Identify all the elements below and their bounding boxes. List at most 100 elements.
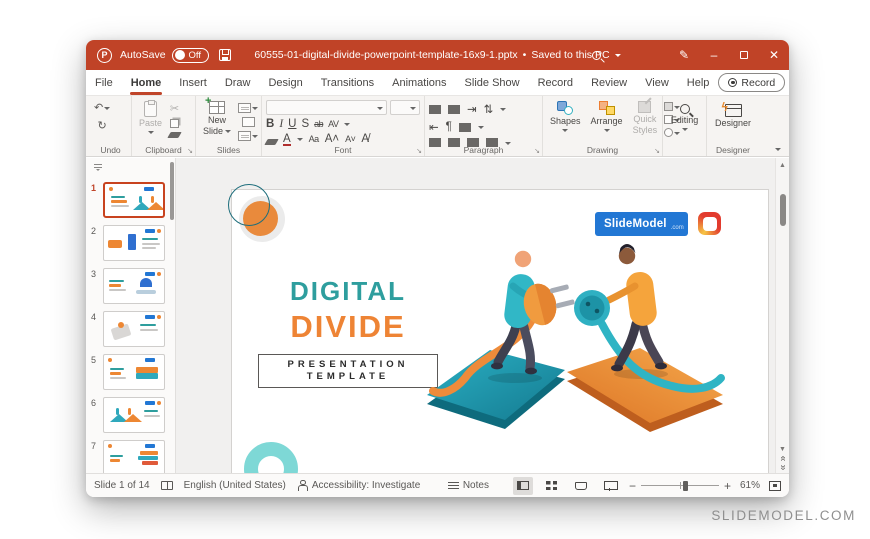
- chevron-down-icon: [252, 135, 258, 141]
- quick-styles-button[interactable]: Quick Styles: [630, 100, 661, 143]
- thumbnail-slide-4[interactable]: 4: [86, 309, 175, 352]
- tab-help[interactable]: Help: [678, 70, 719, 96]
- line-spacing-button[interactable]: ⇅: [484, 102, 494, 116]
- vertical-scrollbar[interactable]: ▲ ▼ « »: [775, 158, 789, 473]
- strikethrough-button[interactable]: ab: [314, 119, 323, 129]
- footer-brand: SLIDEMODEL.COM: [711, 508, 856, 523]
- record-button[interactable]: Record: [718, 73, 785, 92]
- slide-indicator[interactable]: Slide 1 of 14: [94, 480, 150, 491]
- slide-canvas[interactable]: DIGITAL DIVIDE PRESENTATION TEMPLATE Sli…: [232, 190, 768, 473]
- layout-button[interactable]: [238, 103, 258, 113]
- tab-transitions[interactable]: Transitions: [312, 70, 383, 96]
- tab-home[interactable]: Home: [122, 70, 171, 96]
- redo-button[interactable]: ↻: [98, 120, 107, 132]
- thumbnail-slide-6[interactable]: 6: [86, 395, 175, 438]
- thumbnail-scrollbar[interactable]: [170, 162, 174, 220]
- cut-button[interactable]: ✂: [170, 103, 179, 115]
- slide-sorter-view-button[interactable]: [542, 477, 562, 495]
- decrease-indent-button[interactable]: ⇤: [429, 120, 439, 134]
- indent-more-button[interactable]: ⇥: [467, 102, 477, 116]
- tab-slide-show[interactable]: Slide Show: [456, 70, 529, 96]
- font-dialog-launcher[interactable]: ↘: [416, 147, 422, 155]
- change-case-button[interactable]: Aa: [309, 134, 319, 144]
- tab-draw[interactable]: Draw: [216, 70, 260, 96]
- tab-record[interactable]: Record: [529, 70, 582, 96]
- notes-button[interactable]: Notes: [448, 480, 489, 491]
- numbering-button[interactable]: [448, 105, 460, 114]
- editing-button[interactable]: Editing: [668, 100, 702, 143]
- format-painter-button[interactable]: [169, 132, 180, 138]
- thumbnail-card: [103, 225, 165, 261]
- collapse-ribbon-button[interactable]: [775, 148, 781, 154]
- slide-title[interactable]: DIGITAL DIVIDE: [258, 276, 438, 345]
- tab-animations[interactable]: Animations: [383, 70, 455, 96]
- spell-check-icon[interactable]: [161, 481, 173, 490]
- clipboard-dialog-launcher[interactable]: ↘: [187, 147, 193, 155]
- clear-formatting-button[interactable]: A̸: [361, 133, 369, 145]
- new-slide-button[interactable]: New Slide: [200, 100, 234, 143]
- chevron-down-icon: [225, 130, 231, 136]
- reading-view-button[interactable]: [571, 477, 591, 495]
- language-indicator[interactable]: English (United States): [184, 480, 286, 491]
- normal-view-button[interactable]: [513, 477, 533, 495]
- scroll-down-icon[interactable]: ▼: [779, 446, 786, 453]
- zoom-out-button[interactable]: −: [629, 479, 636, 493]
- ink-pen-button[interactable]: ✎: [669, 40, 699, 70]
- grow-font-button[interactable]: A˄: [325, 133, 339, 145]
- columns-button[interactable]: [459, 123, 471, 132]
- slide-subtitle-box[interactable]: PRESENTATION TEMPLATE: [258, 354, 438, 388]
- bold-button[interactable]: B: [266, 118, 274, 130]
- undo-button[interactable]: ↶: [94, 102, 110, 114]
- thumbnail-slide-3[interactable]: 3: [86, 266, 175, 309]
- accessibility-status[interactable]: Accessibility: Investigate: [312, 480, 420, 491]
- fit-slide-button[interactable]: [769, 481, 781, 491]
- autosave-toggle[interactable]: Off: [172, 48, 210, 63]
- font-color-button[interactable]: A: [283, 133, 291, 145]
- paragraph-dialog-launcher[interactable]: ↘: [534, 147, 540, 155]
- scroll-up-icon[interactable]: ▲: [779, 162, 786, 169]
- scrollbar-thumb[interactable]: [780, 194, 786, 226]
- tab-view[interactable]: View: [636, 70, 678, 96]
- underline-button[interactable]: U: [288, 118, 296, 130]
- next-slide-button[interactable]: »: [779, 465, 786, 471]
- slideshow-view-button[interactable]: [600, 477, 620, 495]
- slideshow-icon: [604, 481, 616, 491]
- close-button[interactable]: ✕: [759, 40, 789, 70]
- character-spacing-button[interactable]: AV: [328, 119, 338, 129]
- text-direction-button[interactable]: ¶: [446, 121, 452, 133]
- zoom-slider-thumb[interactable]: [683, 481, 688, 491]
- section-button[interactable]: [238, 131, 258, 141]
- highlight-button[interactable]: [264, 139, 278, 145]
- thumbnail-card: [103, 397, 165, 433]
- copy-button[interactable]: [170, 119, 179, 128]
- document-title[interactable]: 60555-01-digital-divide-powerpoint-templ…: [254, 40, 620, 70]
- paste-button[interactable]: Paste: [136, 100, 165, 143]
- powerpoint-app-icon[interactable]: P: [97, 48, 112, 63]
- maximize-button[interactable]: [729, 40, 759, 70]
- tab-review[interactable]: Review: [582, 70, 636, 96]
- thumbnail-slide-5[interactable]: 5: [86, 352, 175, 395]
- reset-button[interactable]: [242, 117, 255, 127]
- designer-button[interactable]: Designer: [712, 100, 754, 143]
- font-name-dropdown[interactable]: [266, 100, 387, 115]
- bullets-button[interactable]: [429, 105, 441, 114]
- font-size-dropdown[interactable]: [390, 100, 420, 115]
- zoom-slider[interactable]: [641, 485, 719, 487]
- italic-button[interactable]: I: [279, 118, 283, 130]
- thumbnail-slide-1[interactable]: 1: [86, 180, 175, 223]
- zoom-level[interactable]: 61%: [740, 480, 760, 491]
- thumbnail-pane-icon[interactable]: [93, 164, 103, 172]
- zoom-in-button[interactable]: +: [724, 479, 731, 493]
- previous-slide-button[interactable]: «: [779, 456, 786, 462]
- save-icon[interactable]: [219, 49, 231, 61]
- text-shadow-button[interactable]: S: [301, 118, 309, 130]
- tab-file[interactable]: File: [86, 70, 122, 96]
- drawing-dialog-launcher[interactable]: ↘: [654, 147, 660, 155]
- tab-insert[interactable]: Insert: [170, 70, 216, 96]
- shapes-button[interactable]: Shapes: [547, 100, 584, 143]
- tab-design[interactable]: Design: [259, 70, 311, 96]
- arrange-button[interactable]: Arrange: [588, 100, 626, 143]
- thumbnail-slide-2[interactable]: 2: [86, 223, 175, 266]
- minimize-button[interactable]: –: [699, 40, 729, 70]
- shrink-font-button[interactable]: A˅: [345, 134, 355, 144]
